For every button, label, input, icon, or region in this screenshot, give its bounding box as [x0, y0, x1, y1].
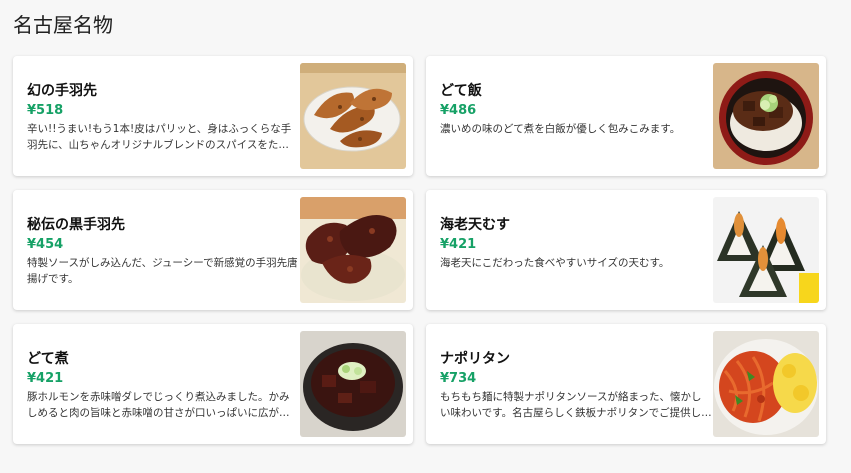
menu-item-text: 秘伝の黒手羽先 ¥454 特製ソースがしみ込んだ、ジューシーで新感覚の手羽先唐揚… — [27, 190, 299, 310]
menu-item-image[interactable] — [713, 331, 819, 437]
menu-item-name: 幻の手羽先 — [27, 83, 97, 99]
menu-item-price: ¥454 — [27, 237, 64, 252]
menu-item-text: 海老天むす ¥421 海老天にこだわった食べやすいサイズの天むす。 — [440, 190, 712, 310]
menu-item-price: ¥421 — [440, 237, 477, 252]
menu-item-price: ¥518 — [27, 103, 64, 118]
menu-item-image[interactable] — [300, 63, 406, 169]
menu-item-description: 辛い!!うまい!もう1本!皮はパリッと、身はふっくらな手羽先に、山ちゃんオリジナ… — [27, 123, 292, 151]
menu-item-card[interactable]: どて飯 ¥486 濃いめの味のどて煮を白飯が優しく包みこみます。 — [426, 56, 826, 176]
menu-item-description: もちもち麺に特製ナポリタンソースが絡まった、懐かしい味わいです。名古屋らしく鉄板… — [440, 391, 712, 419]
menu-item-description: 海老天にこだわった食べやすいサイズの天むす。 — [440, 257, 670, 269]
menu-item-name: どて飯 — [440, 83, 482, 99]
menu-item-name: ナポリタン — [440, 351, 510, 367]
menu-item-name: 秘伝の黒手羽先 — [27, 217, 125, 233]
menu-item-price: ¥734 — [440, 371, 477, 386]
menu-item-text: 幻の手羽先 ¥518 辛い!!うまい!もう1本!皮はパリッと、身はふっくらな手羽… — [27, 56, 299, 176]
menu-item-card[interactable]: 幻の手羽先 ¥518 辛い!!うまい!もう1本!皮はパリッと、身はふっくらな手羽… — [13, 56, 413, 176]
menu-item-image[interactable] — [713, 63, 819, 169]
menu-item-description: 特製ソースがしみ込んだ、ジューシーで新感覚の手羽先唐揚げです。 — [27, 257, 298, 285]
menu-item-card[interactable]: どて煮 ¥421 豚ホルモンを赤味噌ダレでじっくり煮込みました。かみしめると肉の… — [13, 324, 413, 444]
menu-item-image[interactable] — [713, 197, 819, 303]
menu-item-price: ¥486 — [440, 103, 477, 118]
menu-item-price: ¥421 — [27, 371, 64, 386]
menu-item-image[interactable] — [300, 197, 406, 303]
menu-item-card[interactable]: 海老天むす ¥421 海老天にこだわった食べやすいサイズの天むす。 — [426, 190, 826, 310]
section-title: 名古屋名物 — [13, 13, 113, 37]
menu-item-name: どて煮 — [27, 351, 69, 367]
menu-item-description: 豚ホルモンを赤味噌ダレでじっくり煮込みました。かみしめると肉の旨味と赤味噌の甘さ… — [27, 391, 290, 419]
menu-item-description: 濃いめの味のどて煮を白飯が優しく包みこみます。 — [440, 123, 681, 135]
menu-item-text: どて飯 ¥486 濃いめの味のどて煮を白飯が優しく包みこみます。 — [440, 56, 712, 176]
menu-item-image[interactable] — [300, 331, 406, 437]
menu-item-text: どて煮 ¥421 豚ホルモンを赤味噌ダレでじっくり煮込みました。かみしめると肉の… — [27, 324, 299, 444]
menu-item-name: 海老天むす — [440, 217, 510, 233]
menu-item-card[interactable]: 秘伝の黒手羽先 ¥454 特製ソースがしみ込んだ、ジューシーで新感覚の手羽先唐揚… — [13, 190, 413, 310]
menu-item-card[interactable]: ナポリタン ¥734 もちもち麺に特製ナポリタンソースが絡まった、懐かしい味わい… — [426, 324, 826, 444]
menu-item-text: ナポリタン ¥734 もちもち麺に特製ナポリタンソースが絡まった、懐かしい味わい… — [440, 324, 712, 444]
